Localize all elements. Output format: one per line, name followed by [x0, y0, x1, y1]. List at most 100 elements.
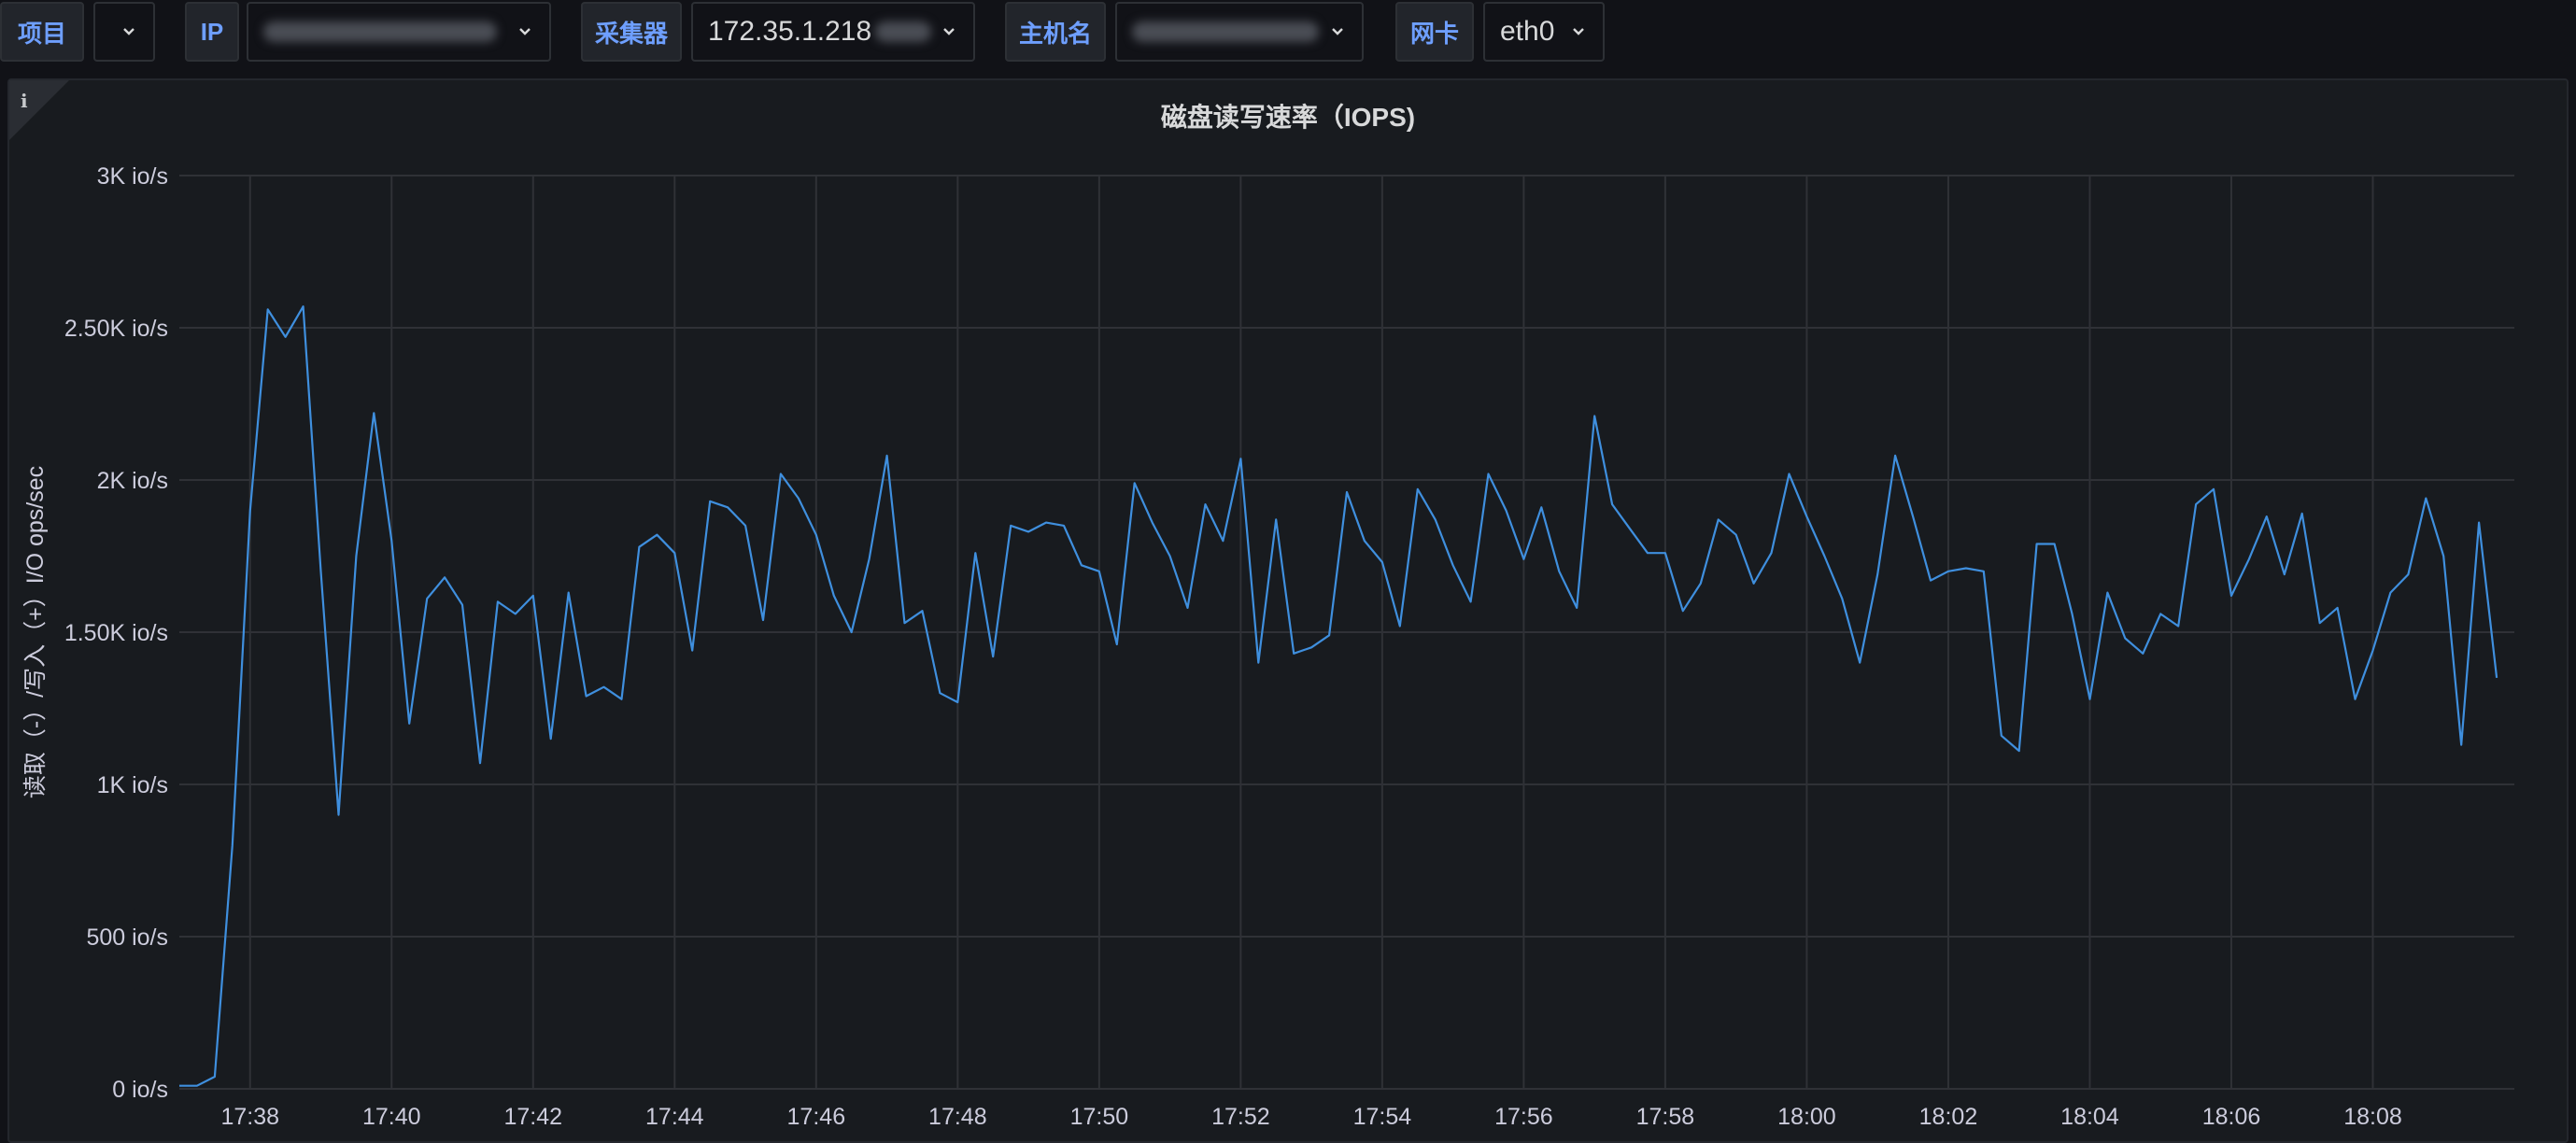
- data-point: [974, 552, 976, 554]
- data-point: [2159, 613, 2161, 614]
- data-point: [1328, 634, 1330, 636]
- x-tick-label: 17:54: [1353, 1104, 1412, 1130]
- x-tick-label: 17:52: [1211, 1104, 1270, 1130]
- data-point: [691, 649, 693, 651]
- data-point: [1027, 530, 1029, 532]
- data-point: [1417, 488, 1419, 490]
- data-point: [1098, 571, 1100, 572]
- data-point: [903, 622, 905, 624]
- data-point: [1381, 561, 1383, 563]
- data-point: [1081, 564, 1083, 566]
- iops-chart[interactable]: 0 io/s 500 io/s 1K io/s 1.50K io/s 2K io/s 2.…: [9, 80, 2567, 1141]
- nic-value: eth0: [1500, 16, 1555, 47]
- data-point: [515, 613, 517, 614]
- x-tick-label: 17:44: [645, 1104, 704, 1130]
- collector-label: 采集器: [581, 2, 682, 62]
- chevron-down-icon: [943, 28, 955, 35]
- data-point: [1823, 555, 1825, 557]
- data-point: [1912, 515, 1914, 517]
- data-point: [2230, 595, 2232, 597]
- data-point: [2195, 503, 2197, 505]
- data-point: [2213, 488, 2215, 490]
- data-point: [2460, 743, 2462, 745]
- data-point: [1469, 600, 1471, 602]
- x-tick-label: 17:56: [1494, 1104, 1553, 1130]
- data-point: [2354, 698, 2356, 700]
- data-point: [1346, 491, 1348, 493]
- data-point: [1451, 564, 1453, 566]
- y-tick-label: 2.50K io/s: [64, 316, 168, 342]
- data-point: [532, 595, 534, 597]
- data-point: [2301, 513, 2303, 515]
- data-point: [2142, 653, 2144, 655]
- data-point: [461, 604, 463, 606]
- x-tick-label: 17:48: [928, 1104, 987, 1130]
- data-point: [2018, 750, 2020, 752]
- x-tick-label: 18:02: [1919, 1104, 1978, 1130]
- data-point: [1664, 552, 1666, 554]
- x-tick-label: 18:00: [1777, 1104, 1836, 1130]
- data-point: [1859, 661, 1861, 663]
- data-point: [178, 1085, 180, 1087]
- data-point: [1116, 643, 1118, 645]
- collector-select[interactable]: 172.35.1.218: [691, 2, 975, 62]
- x-tick-label: 17:46: [787, 1104, 846, 1130]
- x-tick-label: 17:38: [220, 1104, 279, 1130]
- data-point: [762, 619, 764, 621]
- x-tick-label: 17:40: [362, 1104, 421, 1130]
- project-label: 项目: [0, 2, 84, 62]
- data-point: [1718, 518, 1720, 520]
- data-point: [1399, 625, 1401, 627]
- data-point: [1876, 573, 1878, 575]
- data-point: [939, 692, 941, 694]
- hostname-select[interactable]: [1115, 2, 1364, 62]
- data-point: [249, 509, 251, 511]
- nic-select[interactable]: eth0: [1483, 2, 1605, 62]
- data-point: [1752, 583, 1754, 585]
- data-point: [1593, 415, 1595, 416]
- data-point: [2371, 649, 2373, 651]
- data-point: [302, 305, 304, 307]
- redacted-value: [263, 21, 497, 42]
- project-select[interactable]: [93, 2, 155, 62]
- data-point: [1894, 455, 1896, 457]
- data-point: [2389, 591, 2391, 593]
- data-point: [656, 534, 658, 536]
- data-point: [1983, 571, 1985, 572]
- data-point: [851, 631, 853, 633]
- data-point: [1965, 567, 1967, 569]
- data-point: [426, 598, 428, 600]
- data-point: [1682, 610, 1684, 612]
- data-point: [2425, 497, 2427, 499]
- data-point: [585, 695, 587, 697]
- data-point: [214, 1076, 216, 1078]
- data-point: [2319, 622, 2321, 624]
- x-tick-label: 18:08: [2343, 1104, 2402, 1130]
- data-point: [744, 525, 746, 527]
- data-point: [815, 534, 817, 536]
- data-point: [355, 555, 357, 557]
- data-point: [798, 497, 800, 499]
- data-point: [2266, 515, 2268, 517]
- data-point: [620, 698, 622, 700]
- data-point: [1222, 540, 1224, 542]
- data-point: [1558, 571, 1560, 572]
- data-point: [885, 455, 887, 457]
- data-point: [1204, 503, 1206, 505]
- data-point: [1168, 555, 1170, 557]
- redacted-value: [1132, 21, 1319, 42]
- data-point: [833, 595, 835, 597]
- data-point: [2336, 607, 2338, 609]
- data-point: [1310, 646, 1312, 648]
- chevron-down-icon: [519, 28, 531, 35]
- y-tick-label: 1K io/s: [97, 772, 168, 798]
- data-point: [1930, 579, 1932, 581]
- data-point: [444, 576, 446, 578]
- data-point: [479, 762, 481, 764]
- data-point: [2001, 735, 2003, 737]
- data-point: [337, 813, 339, 815]
- series-line: [179, 305, 2498, 1087]
- ip-select[interactable]: [247, 2, 551, 62]
- x-tick-label: 17:58: [1636, 1104, 1695, 1130]
- data-point: [2071, 613, 2073, 614]
